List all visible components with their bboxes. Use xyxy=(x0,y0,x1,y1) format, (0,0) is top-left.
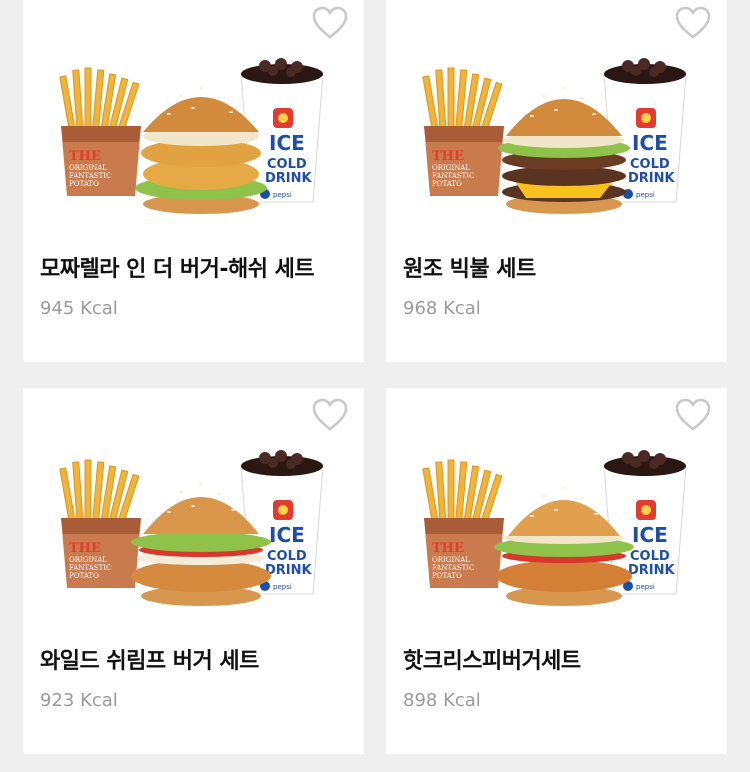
cup-brand: pepsi xyxy=(273,191,292,199)
set-menu-image: THE ORIGINAL FANTASTIC POTATO ICE COLD D… xyxy=(51,448,341,618)
fries-box-text-3: POTATO xyxy=(69,180,99,188)
fries-box-text-3: POTATO xyxy=(432,180,462,188)
fries-box-text-2: FANTASTIC xyxy=(432,564,474,572)
cup-text-2: DRINK xyxy=(628,563,676,578)
fries-box: THE ORIGINAL FANTASTIC POTATO xyxy=(422,67,504,196)
fries-box-text-1: ORIGINAL xyxy=(69,164,107,172)
product-kcal: 923 Kcal xyxy=(40,690,118,711)
set-illustration: THE ORIGINAL FANTASTIC POTATO ICE COLD D… xyxy=(59,450,324,606)
set-menu-image: THE ORIGINAL FANTASTIC POTATO ICE COLD D… xyxy=(51,56,341,226)
product-card[interactable]: THE ORIGINAL FANTASTIC POTATO ICE COLD D… xyxy=(23,388,364,754)
cup-text-1: COLD xyxy=(267,549,307,564)
fries-box-text-1: ORIGINAL xyxy=(69,556,107,564)
fries-box-text-0: THE xyxy=(432,149,464,164)
fries-box: THE ORIGINAL FANTASTIC POTATO xyxy=(59,67,141,196)
set-menu-image: THE ORIGINAL FANTASTIC POTATO ICE COLD D… xyxy=(414,56,704,226)
cup-text-1: COLD xyxy=(267,157,307,172)
product-card[interactable]: THE ORIGINAL FANTASTIC POTATO ICE COLD D… xyxy=(23,0,364,362)
cup-text-0: ICE xyxy=(269,523,305,547)
product-card[interactable]: THE ORIGINAL FANTASTIC POTATO ICE COLD D… xyxy=(386,0,727,362)
set-menu-image: THE ORIGINAL FANTASTIC POTATO ICE COLD D… xyxy=(414,448,704,618)
cup-brand: pepsi xyxy=(273,583,292,591)
cup-text-0: ICE xyxy=(632,131,668,155)
fries-box-text-3: POTATO xyxy=(69,572,99,580)
product-kcal: 968 Kcal xyxy=(403,298,481,319)
cup-text-2: DRINK xyxy=(265,563,313,578)
product-name[interactable]: 와일드 쉬림프 버거 세트 xyxy=(40,643,259,675)
cup-text-2: DRINK xyxy=(628,171,676,186)
product-kcal: 945 Kcal xyxy=(40,298,118,319)
fries-box: THE ORIGINAL FANTASTIC POTATO xyxy=(422,459,504,588)
fries-box-text-2: FANTASTIC xyxy=(432,172,474,180)
product-name[interactable]: 원조 빅불 세트 xyxy=(403,251,536,283)
cup-text-2: DRINK xyxy=(265,171,313,186)
fries-box-text-2: FANTASTIC xyxy=(69,564,111,572)
product-kcal: 898 Kcal xyxy=(403,690,481,711)
set-illustration: THE ORIGINAL FANTASTIC POTATO ICE COLD D… xyxy=(59,58,324,214)
fries-box-text-0: THE xyxy=(69,149,101,164)
set-illustration: THE ORIGINAL FANTASTIC POTATO ICE COLD D… xyxy=(422,450,687,606)
fries-box-text-2: FANTASTIC xyxy=(69,172,111,180)
fries-box-text-1: ORIGINAL xyxy=(432,164,470,172)
heart-outline-icon[interactable] xyxy=(675,398,711,432)
cup-brand: pepsi xyxy=(636,583,655,591)
fries-box-text-1: ORIGINAL xyxy=(432,556,470,564)
heart-outline-icon[interactable] xyxy=(312,6,348,40)
fries-box-text-0: THE xyxy=(432,541,464,556)
product-name[interactable]: 모짜렐라 인 더 버거-해쉬 세트 xyxy=(40,251,315,283)
cup-brand: pepsi xyxy=(636,191,655,199)
heart-outline-icon[interactable] xyxy=(312,398,348,432)
product-name[interactable]: 핫크리스피버거세트 xyxy=(403,643,581,675)
cup-text-0: ICE xyxy=(632,523,668,547)
cup-text-1: COLD xyxy=(630,549,670,564)
cup-text-1: COLD xyxy=(630,157,670,172)
fries-box-text-3: POTATO xyxy=(432,572,462,580)
heart-outline-icon[interactable] xyxy=(675,6,711,40)
product-card[interactable]: THE ORIGINAL FANTASTIC POTATO ICE COLD D… xyxy=(386,388,727,754)
set-illustration: THE ORIGINAL FANTASTIC POTATO ICE COLD D… xyxy=(422,58,687,214)
fries-box-text-0: THE xyxy=(69,541,101,556)
fries-box: THE ORIGINAL FANTASTIC POTATO xyxy=(59,459,141,588)
cup-text-0: ICE xyxy=(269,131,305,155)
